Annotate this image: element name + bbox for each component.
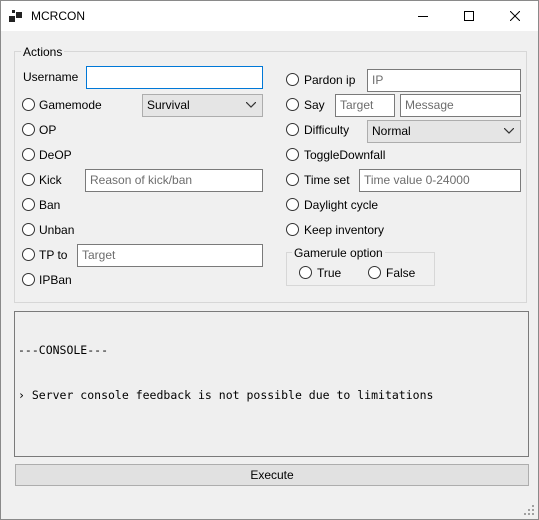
pardon-ip-input[interactable]: IP — [367, 69, 521, 92]
username-input[interactable] — [86, 66, 263, 89]
gamerule-false-label: False — [386, 266, 416, 280]
deop-radio[interactable] — [22, 148, 35, 161]
ipban-label: IPBan — [39, 273, 72, 287]
pardon-ip-label: Pardon ip — [304, 73, 356, 87]
gamemode-select[interactable]: Survival — [142, 94, 263, 117]
maximize-icon — [464, 11, 474, 21]
kick-radio[interactable] — [22, 173, 35, 186]
gamemode-selected: Survival — [147, 98, 190, 112]
chevron-down-icon — [246, 102, 256, 108]
time-set-label: Time set — [304, 173, 350, 187]
difficulty-select[interactable]: Normal — [367, 120, 521, 143]
deop-label: DeOP — [39, 148, 72, 162]
gamerule-true-radio[interactable] — [299, 266, 312, 279]
toggle-downfall-label: ToggleDownfall — [304, 148, 386, 162]
console-line: › Server console feedback is not possibl… — [18, 388, 434, 402]
chevron-down-icon — [504, 128, 514, 134]
ban-label: Ban — [39, 198, 61, 212]
say-radio[interactable] — [286, 98, 299, 111]
title-bar: MCRCON — [1, 1, 538, 31]
daylight-cycle-radio[interactable] — [286, 198, 299, 211]
tp-radio[interactable] — [22, 248, 35, 261]
time-value-input[interactable]: Time value 0-24000 — [359, 169, 521, 192]
ban-radio[interactable] — [22, 198, 35, 211]
maximize-button[interactable] — [446, 1, 492, 31]
unban-radio[interactable] — [22, 223, 35, 236]
difficulty-selected: Normal — [372, 124, 411, 138]
window-title: MCRCON — [31, 9, 85, 23]
resize-grip-icon[interactable] — [524, 505, 534, 515]
actions-group-label: Actions — [21, 45, 65, 59]
kick-reason-input[interactable]: Reason of kick/ban — [85, 169, 263, 192]
unban-label: Unban — [39, 223, 75, 237]
op-radio[interactable] — [22, 123, 35, 136]
gamerule-true-label: True — [317, 266, 342, 280]
tp-target-input[interactable]: Target — [77, 244, 263, 267]
difficulty-label: Difficulty — [304, 123, 350, 137]
keep-inventory-radio[interactable] — [286, 223, 299, 236]
toggle-downfall-radio[interactable] — [286, 148, 299, 161]
ipban-radio[interactable] — [22, 273, 35, 286]
minimize-button[interactable] — [400, 1, 446, 31]
time-set-radio[interactable] — [286, 173, 299, 186]
tp-label: TP to — [39, 248, 68, 262]
gamerule-false-radio[interactable] — [368, 266, 381, 279]
pardon-ip-radio[interactable] — [286, 73, 299, 86]
say-message-input[interactable]: Message — [400, 94, 521, 117]
close-icon — [510, 11, 520, 21]
app-icon — [9, 10, 23, 24]
username-label: Username — [23, 70, 79, 84]
say-target-input[interactable]: Target — [335, 94, 395, 117]
app-window: MCRCON Actions Username Gamemode Surviva… — [0, 0, 539, 520]
daylight-cycle-label: Daylight cycle — [304, 198, 379, 212]
say-label: Say — [304, 98, 325, 112]
console-header: ---CONSOLE--- — [18, 343, 109, 357]
close-button[interactable] — [492, 1, 538, 31]
difficulty-radio[interactable] — [286, 123, 299, 136]
gamerule-group-label: Gamerule option — [292, 246, 385, 260]
op-label: OP — [39, 123, 57, 137]
execute-button[interactable]: Execute — [15, 464, 529, 486]
console-output[interactable]: ---CONSOLE--- › Server console feedback … — [14, 311, 529, 457]
keep-inventory-label: Keep inventory — [304, 223, 385, 237]
minimize-icon — [418, 16, 428, 17]
gamemode-label: Gamemode — [39, 98, 102, 112]
gamemode-radio[interactable] — [22, 98, 35, 111]
kick-label: Kick — [39, 173, 62, 187]
